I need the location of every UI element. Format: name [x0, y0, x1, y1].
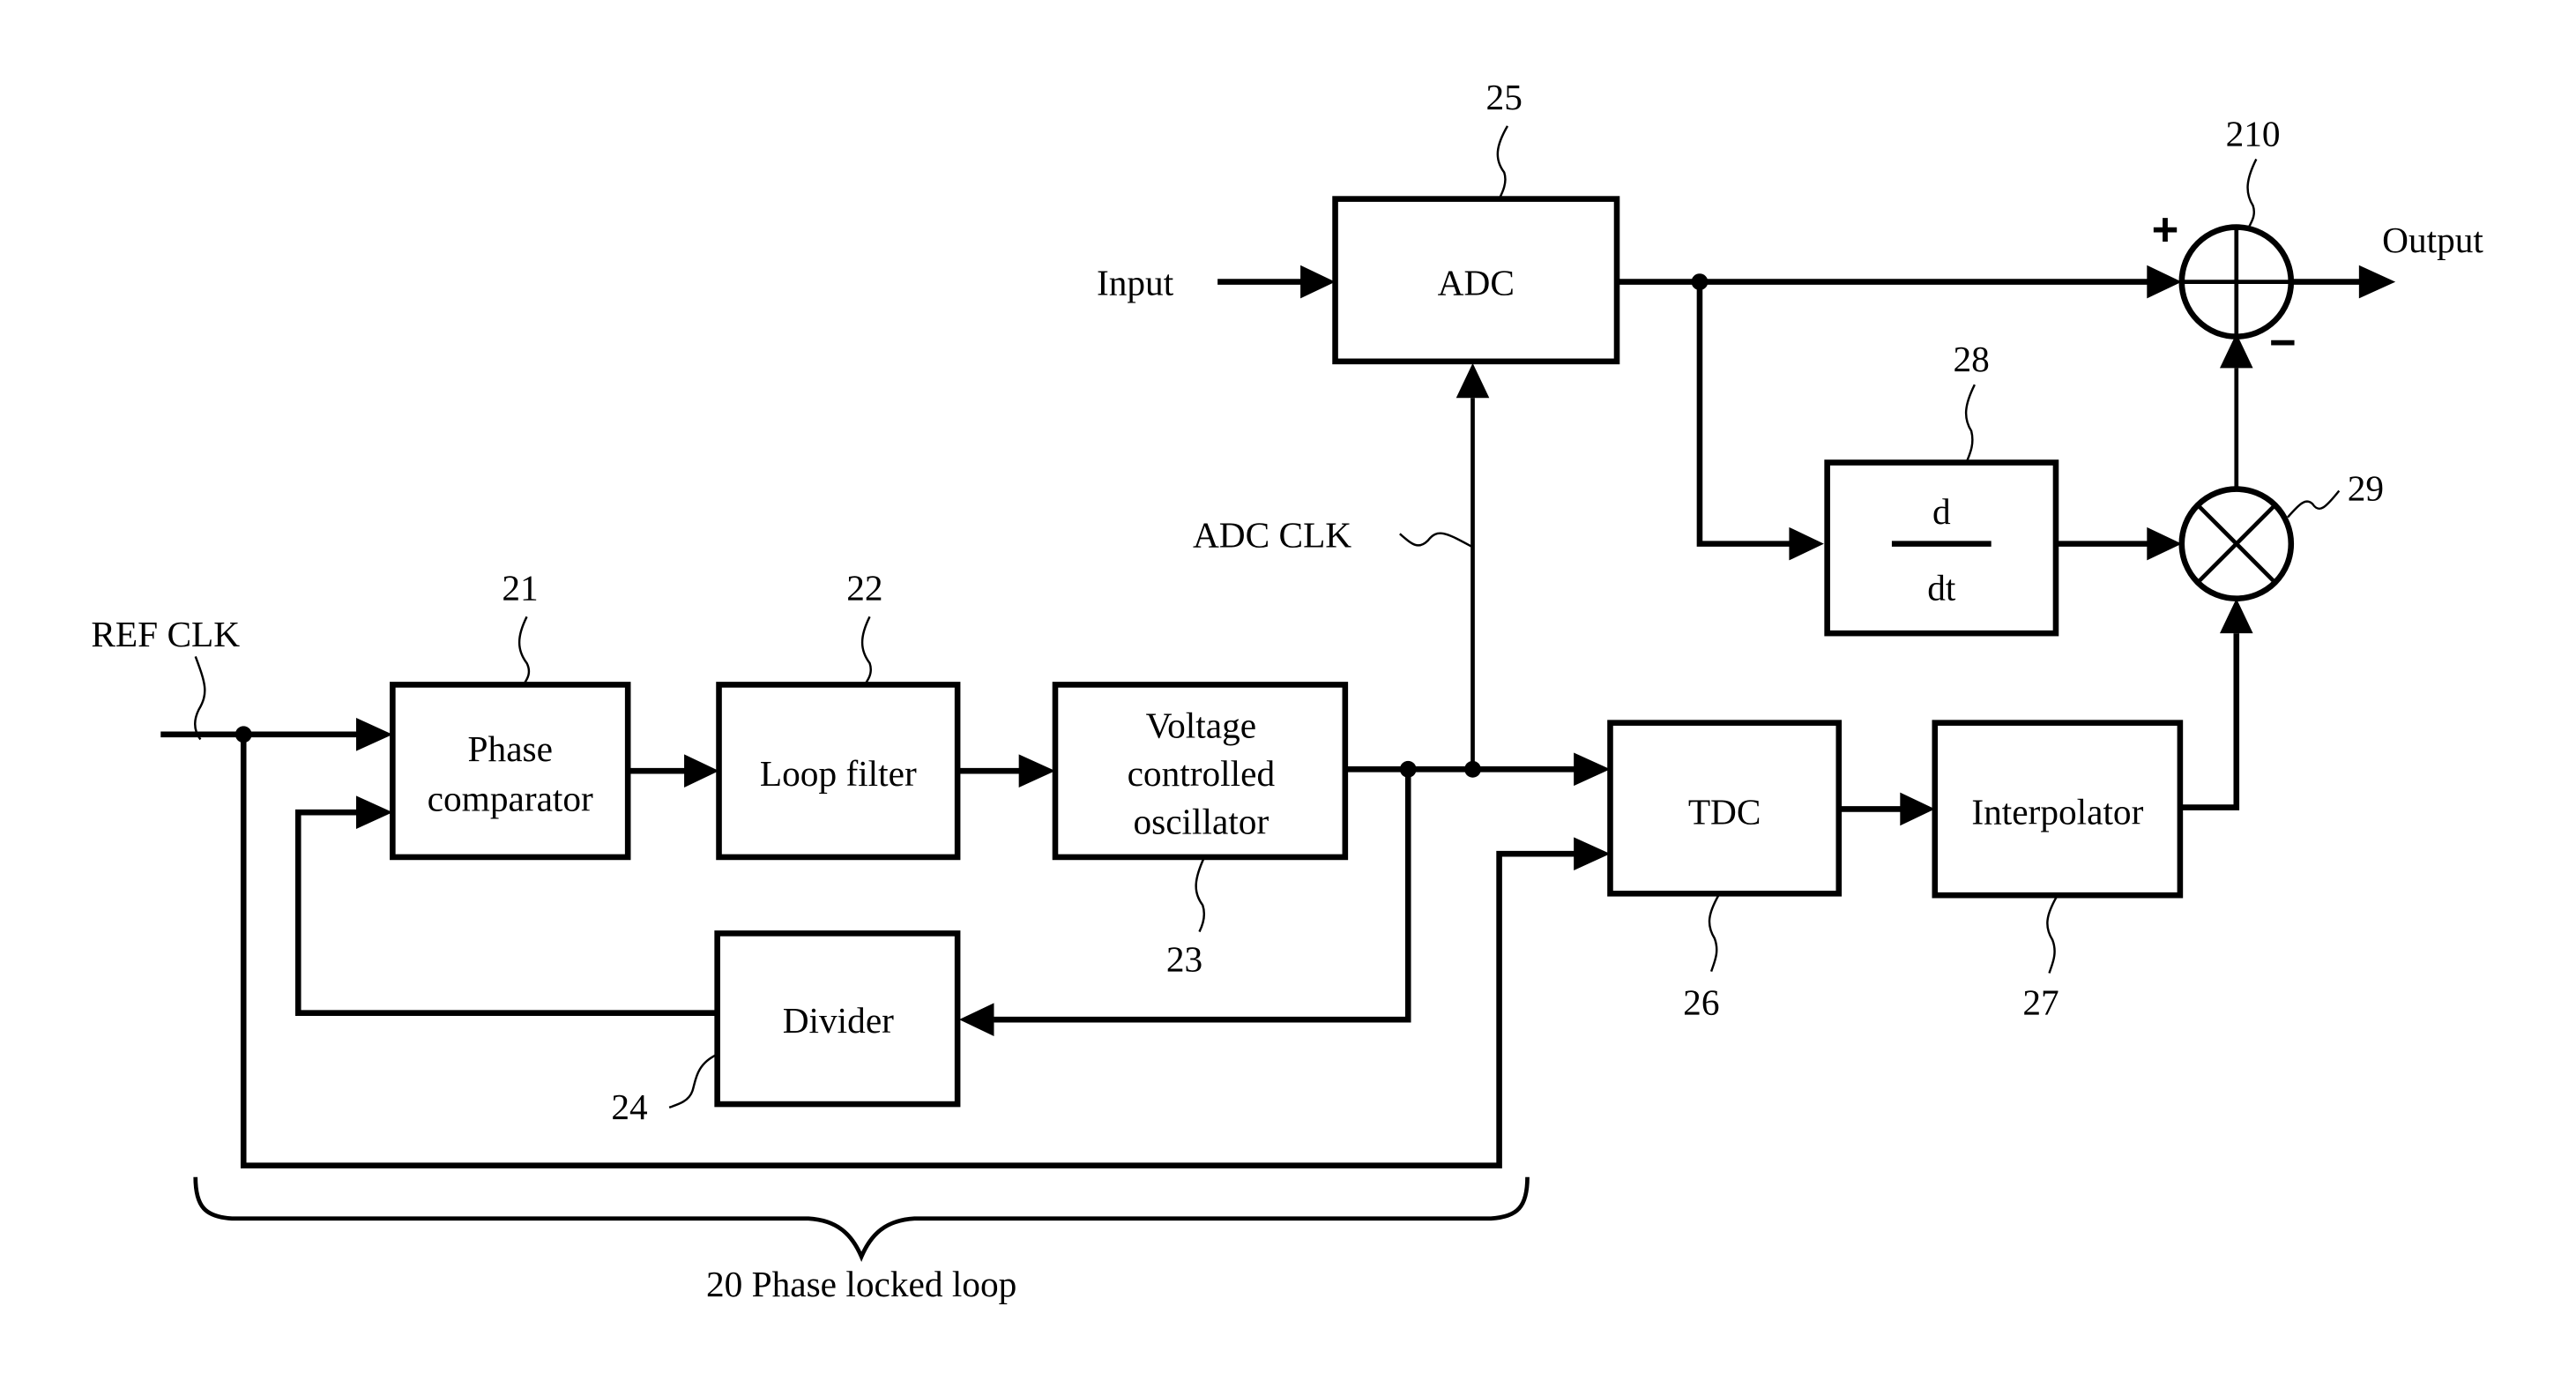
phase-comparator-label-line2: comparator — [428, 778, 593, 818]
differentiator-leader — [1964, 384, 1976, 463]
differentiator-ref-number: 28 — [1953, 339, 1989, 379]
loop-filter-block: Loop filter 22 — [716, 568, 961, 861]
divider-input-arrowhead — [958, 1003, 994, 1036]
differentiator-numerator: d — [1932, 491, 1951, 532]
vco-ref-number: 23 — [1166, 939, 1202, 980]
input-label: Input — [1097, 263, 1174, 303]
adder-leader — [2246, 158, 2258, 229]
vco-label-line1: Voltage — [1146, 705, 1256, 746]
loop-filter-leader — [860, 616, 872, 686]
adc-label: ADC — [1438, 263, 1515, 303]
pll-adc-block-diagram: REF CLK Phase comparator 21 Loop filter … — [91, 77, 2483, 1304]
multiplier-leader — [2287, 489, 2341, 519]
vco-label-line3: oscillator — [1133, 802, 1269, 842]
phase-comparator-block: Phase comparator 21 — [390, 568, 631, 861]
interpolator-leader — [2046, 894, 2059, 974]
phase-comparator-ref-number: 21 — [502, 568, 538, 608]
divider-block: Divider 24 — [611, 930, 961, 1127]
loop-filter-label: Loop filter — [760, 753, 917, 794]
adc-clk-leader — [1399, 532, 1474, 549]
input-arrowhead — [1300, 265, 1336, 299]
adder-minus-sign: − — [2269, 317, 2297, 369]
adder-plus-arrowhead — [2147, 265, 2182, 299]
vco-input-arrowhead — [1018, 754, 1055, 788]
interpolator-to-multiplier-wire — [2179, 633, 2240, 810]
adder-plus-sign: + — [2152, 204, 2179, 256]
vco-block: Voltage controlled oscillator 23 — [1052, 682, 1349, 980]
ref-clk-arrowhead — [356, 718, 393, 751]
output-arrowhead — [2358, 265, 2396, 299]
adder-ref-number: 210 — [2226, 113, 2281, 153]
feedback-arrowhead — [356, 795, 393, 829]
tdc-leader — [1708, 892, 1721, 973]
adc-to-differentiator-wire — [1696, 281, 1798, 547]
adc-block: Input ADC 25 — [1097, 77, 1620, 365]
divider-ref-number: 24 — [611, 1086, 648, 1127]
tdc-label: TDC — [1688, 791, 1761, 832]
multiplier-ref-number: 29 — [2348, 468, 2384, 509]
phase-comparator-box — [390, 682, 631, 861]
interpolator-label: Interpolator — [1971, 791, 2143, 832]
loop-filter-input-arrowhead — [684, 754, 719, 788]
tdc-ref-number: 26 — [1683, 982, 1719, 1023]
adc-ref-number: 25 — [1486, 77, 1523, 117]
tdc-block: TDC 26 — [1607, 720, 1843, 1023]
ref-clk-label: REF CLK — [91, 614, 240, 654]
adc-leader — [1496, 125, 1509, 200]
phase-comparator-label-line1: Phase — [468, 728, 553, 769]
differentiator-block: d dt 28 — [1824, 339, 2059, 637]
pll-brace — [193, 1176, 1530, 1262]
ref-clk-leader — [194, 656, 206, 741]
divider-label: Divider — [783, 1000, 894, 1041]
vco-label-line2: controlled — [1128, 753, 1276, 794]
loop-filter-ref-number: 22 — [846, 568, 882, 608]
tdc-ref-arrowhead — [1574, 837, 1611, 870]
interpolator-input-arrowhead — [1900, 792, 1935, 826]
adc-clk-arrowhead — [1456, 362, 1490, 399]
adder-block: + − 210 — [2152, 113, 2297, 369]
tdc-clk-arrowhead — [1574, 752, 1611, 787]
divider-leader — [668, 1053, 718, 1109]
multiplier-block: 29 — [2178, 468, 2384, 601]
multiplier-input-arrowhead — [2147, 526, 2182, 561]
differentiator-input-arrowhead — [1789, 526, 1824, 561]
phase-comparator-leader — [517, 616, 531, 686]
vco-leader — [1195, 856, 1206, 933]
pll-group-label: 20 Phase locked loop — [706, 1264, 1016, 1304]
multiplier-bottom-arrowhead — [2219, 598, 2253, 634]
interpolator-ref-number: 27 — [2022, 982, 2059, 1023]
pll-group: 20 Phase locked loop — [193, 1176, 1530, 1304]
interpolator-block: Interpolator 27 — [1932, 720, 2184, 1023]
output-label: Output — [2382, 220, 2483, 260]
differentiator-denominator: dt — [1927, 568, 1956, 608]
adc-clk-label: ADC CLK — [1193, 514, 1351, 555]
